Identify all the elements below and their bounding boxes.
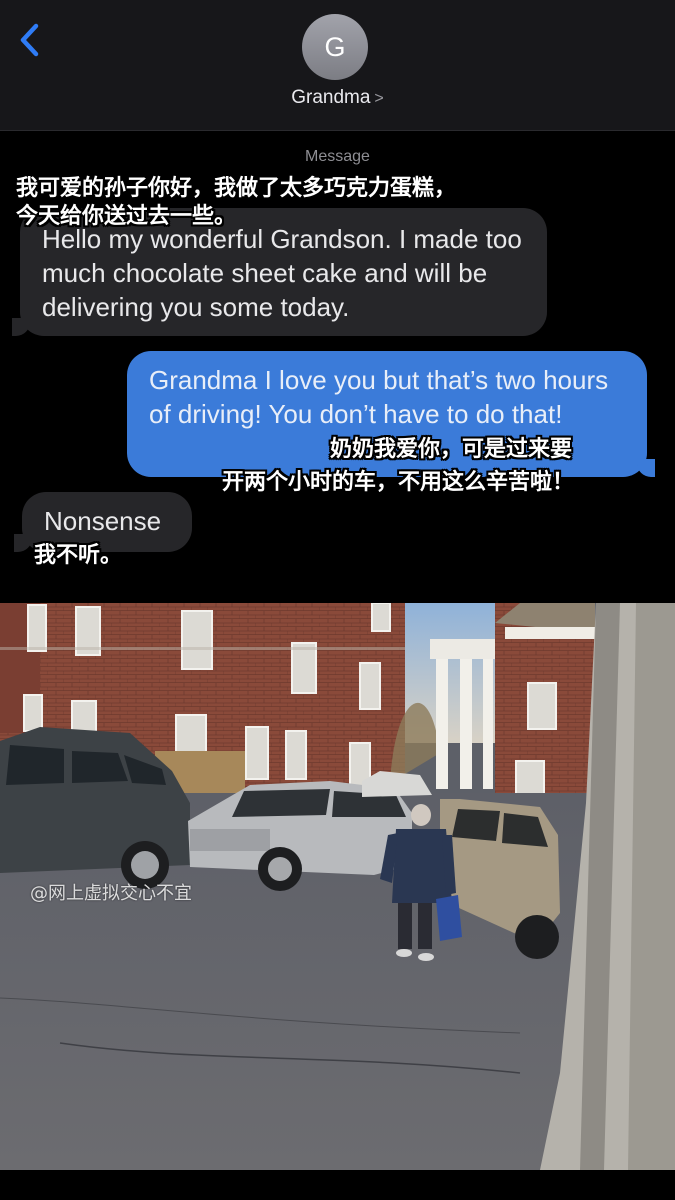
translation-caption: 我不听。: [34, 543, 123, 568]
back-button[interactable]: [14, 18, 48, 62]
contact-name: Grandma: [291, 87, 371, 108]
translation-caption: 我可爱的孙子你好，我做了太多巧克力蛋糕， 今天给你送过去一些。: [16, 176, 457, 229]
bubble-tail: [12, 318, 30, 336]
conversation-header: G Grandma >: [0, 0, 675, 131]
chevron-right-icon: >: [374, 90, 384, 107]
message-text: Hello my wonderful Grandson. I made too …: [42, 224, 522, 322]
bubble-tail: [14, 534, 32, 552]
contact-avatar[interactable]: G: [302, 14, 368, 80]
message-text: Nonsense: [44, 506, 162, 536]
attached-photo[interactable]: @网上虚拟交心不宜: [0, 603, 675, 1170]
message-timestamp: Message: [305, 148, 370, 165]
translation-caption: 奶奶我爱你，可是过来要: [330, 437, 573, 462]
contact-initial: G: [324, 31, 346, 62]
chevron-left-icon: [20, 23, 39, 57]
bubble-tail: [637, 459, 655, 477]
message-text: Grandma I love you but that’s two hours …: [149, 365, 609, 429]
contact-name-button[interactable]: Grandma >: [0, 87, 675, 109]
translation-caption: 开两个小时的车，不用这么辛苦啦！: [222, 470, 575, 495]
watermark-text: @网上虚拟交心不宜: [30, 883, 192, 904]
